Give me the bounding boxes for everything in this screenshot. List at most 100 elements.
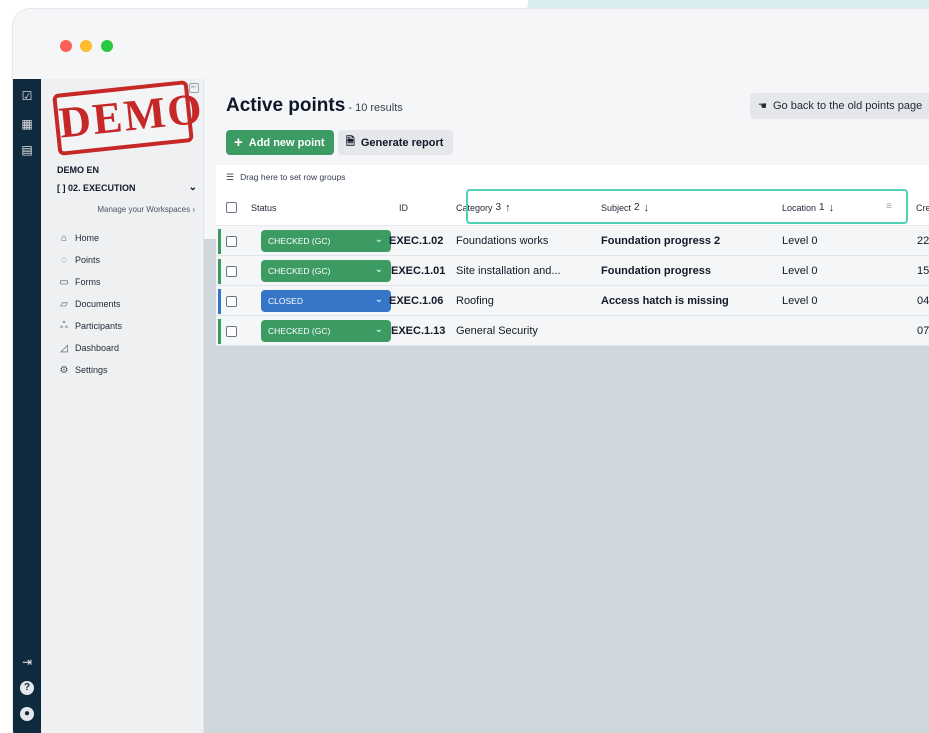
point-category: Site installation and... [456,265,561,277]
row-group-label: Drag here to set row groups [240,172,346,182]
table-row[interactable]: CHECKED (GC) ⌄ EXEC.1.02 Foundations work… [216,226,929,256]
close-window-button[interactable] [60,40,72,52]
row-group-dropzone[interactable]: ☰ Drag here to set row groups [216,165,929,189]
sidebar-item-documents[interactable]: ▱ Documents [57,293,122,315]
workspace-select[interactable]: [ ] 02. EXECUTION ⌄ [57,182,197,193]
maximize-window-button[interactable] [101,40,113,52]
user-icon[interactable]: ● [20,707,34,721]
point-category: General Security [456,325,538,337]
checkbox[interactable] [226,325,237,337]
sidebar: DEMO ⇤ DEMO EN [ ] 02. EXECUTION ⌄ Manag… [41,79,206,733]
chevron-down-icon: ⌄ [374,324,383,335]
collapse-sidebar-icon[interactable]: ⇤ [189,83,199,93]
add-new-point-label: Add new point [248,136,325,149]
column-label: Status [251,202,277,213]
chevron-down-icon: ⌄ [374,264,383,275]
title-bar [13,9,929,79]
old-points-page-label: Go back to the old points page [772,100,923,112]
hand-pointing-icon: ☚ [758,100,767,112]
point-category: Foundations works [456,235,549,247]
checkbox[interactable] [226,295,237,307]
folder-bracket-icon: [ ] [57,183,66,193]
point-id: EXEC.1.01 [391,265,446,277]
checkbox[interactable] [226,265,237,277]
table-row[interactable]: CHECKED (GC) ⌄ EXEC.1.13 General Security… [216,316,929,346]
gear-icon: ⚙ [59,364,69,376]
results-count: - 10 results [345,102,403,114]
status-dropdown[interactable]: CHECKED (GC) ⌄ [261,230,391,252]
workspace-title: DEMO EN [57,165,100,175]
status-dropdown[interactable]: CLOSED ⌄ [261,290,391,312]
clipboard-icon: ▭ [59,276,69,288]
table-row[interactable]: CHECKED (GC) ⌄ EXEC.1.01 Site installatio… [216,256,929,286]
column-header-id[interactable]: ID [399,189,408,226]
chart-icon: ◿ [60,342,68,354]
generate-report-button[interactable]: 🗎 Generate report [338,130,453,155]
sidebar-item-label: Home [75,233,100,243]
logout-icon[interactable]: ⇥ [20,655,34,669]
checkbox[interactable] [226,235,237,247]
status-label: CHECKED (GC) [268,236,331,246]
point-id: EXEC.1.02 [389,235,444,247]
grid-icon[interactable]: ▤ [20,143,34,157]
point-creation: 04 [917,295,929,307]
sidebar-item-label: Dashboard [75,343,120,353]
chevron-down-icon: ⌄ [188,182,197,193]
old-points-page-button[interactable]: ☚ Go back to the old points page [750,93,929,119]
row-checkbox-cell[interactable] [226,286,237,316]
checklist-icon[interactable]: ☑ [20,89,34,103]
icon-rail: ☑ ▦ ▤ ⇥ ? ● [13,79,41,733]
generate-report-label: Generate report [360,136,444,149]
table-row[interactable]: CLOSED ⌄ EXEC.1.06 Roofing Access hatch i… [216,286,929,316]
add-new-point-button[interactable]: + Add new point [226,130,334,155]
checkbox[interactable] [226,202,237,213]
status-color-bar [218,289,221,314]
sidebar-item-participants[interactable]: ஃ Participants [57,315,122,337]
page-title-text: Active points [226,95,346,116]
point-creation: 15 [917,265,929,277]
status-label: CLOSED [268,296,303,306]
pdf-file-icon: 🗎 [346,136,355,148]
column-header-creation[interactable]: Creation [916,189,929,226]
main-content: Active points - 10 results + Add new poi… [204,79,929,733]
sidebar-item-settings[interactable]: ⚙ Settings [57,359,122,381]
status-label: CHECKED (GC) [268,326,331,336]
point-creation: 22 [917,235,929,247]
sidebar-item-points[interactable]: ◌ Points [57,249,122,271]
point-subject: Access hatch is missing [601,295,729,307]
manage-workspaces-link[interactable]: Manage your Workspaces › [97,205,195,214]
workspace-select-value: 02. EXECUTION [68,183,136,193]
pin-icon: ◌ [61,254,67,266]
select-all-checkbox[interactable] [226,189,237,226]
help-icon[interactable]: ? [20,681,34,695]
row-checkbox-cell[interactable] [226,316,237,346]
folder-icon: ▱ [60,298,68,310]
sidebar-item-home[interactable]: ⌂ Home [57,227,122,249]
point-id: EXEC.1.13 [391,325,446,337]
point-subject: Foundation progress [601,265,711,277]
point-location: Level 0 [782,265,818,277]
status-dropdown[interactable]: CHECKED (GC) ⌄ [261,260,391,282]
group-rows-icon: ☰ [226,171,235,182]
buildings-icon[interactable]: ▦ [20,117,34,131]
point-creation: 07 [917,325,929,337]
sidebar-item-label: Participants [75,321,123,331]
row-checkbox-cell[interactable] [226,256,237,286]
status-dropdown[interactable]: CHECKED (GC) ⌄ [261,320,391,342]
column-header-status[interactable]: Status [251,189,277,226]
column-label: Creation [916,202,929,213]
point-location: Level 0 [782,295,818,307]
row-checkbox-cell[interactable] [226,226,237,256]
table-header: Status ID Category 3 ↑ Subject 2 ↓ Location 1… [216,189,929,226]
page-title: Active points - 10 results [226,95,403,117]
sorted-columns-highlight [466,189,908,224]
sidebar-item-forms[interactable]: ▭ Forms [57,271,122,293]
status-color-bar [218,319,221,344]
status-color-bar [218,229,221,254]
point-category: Roofing [456,295,494,307]
status-label: CHECKED (GC) [268,266,331,276]
home-icon: ⌂ [60,232,68,244]
point-id: EXEC.1.06 [389,295,444,307]
minimize-window-button[interactable] [80,40,92,52]
sidebar-item-dashboard[interactable]: ◿ Dashboard [57,337,122,359]
